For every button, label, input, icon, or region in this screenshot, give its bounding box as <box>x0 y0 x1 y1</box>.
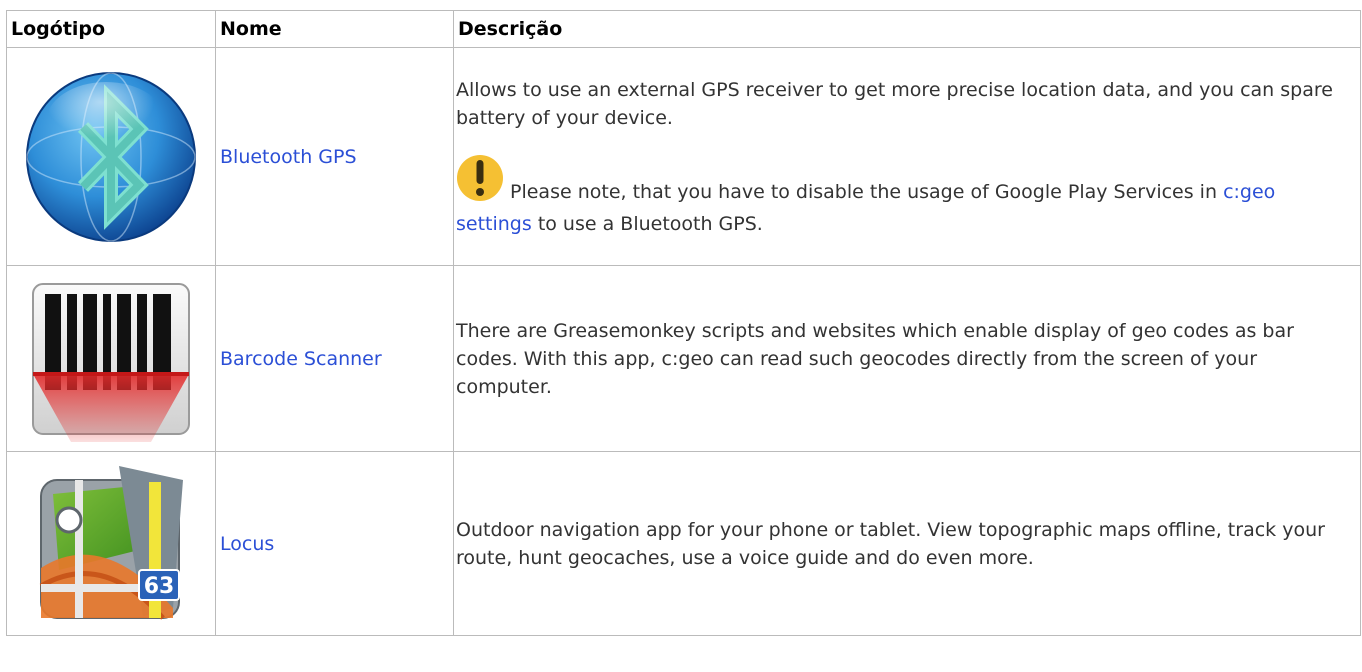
barcode-scanner-logo <box>32 282 190 442</box>
description-cell: There are Greasemonkey scripts and websi… <box>453 265 1361 452</box>
warning-icon <box>456 154 504 210</box>
app-link-locus[interactable]: Locus <box>220 533 274 555</box>
description-text: Outdoor navigation app for your phone or… <box>456 518 1325 569</box>
header-name: Nome <box>215 10 454 48</box>
logo-cell <box>6 265 216 452</box>
header-row: Logótipo Nome Descrição <box>6 10 1361 48</box>
table-row: Bluetooth GPS Allows to use an external … <box>6 47 1361 266</box>
name-cell: Barcode Scanner <box>215 265 454 452</box>
table-row: Barcode Scanner There are Greasemonkey s… <box>6 265 1361 452</box>
description-cell: Outdoor navigation app for your phone or… <box>453 451 1361 636</box>
description-text: There are Greasemonkey scripts and websi… <box>456 319 1294 398</box>
header-description: Descrição <box>453 10 1361 48</box>
locus-map-logo: 63 <box>39 465 183 620</box>
logo-cell: 63 <box>6 451 216 636</box>
locus-badge-number: 63 <box>144 574 175 599</box>
name-cell: Bluetooth GPS <box>215 47 454 266</box>
table-row: 63 Locus Outdoor navigation app for your… <box>6 451 1361 636</box>
header-logo: Logótipo <box>6 10 216 48</box>
bluetooth-gps-logo <box>26 71 196 242</box>
note-paragraph: Please note, that you have to disable th… <box>456 154 1354 238</box>
name-cell: Locus <box>215 451 454 636</box>
app-link-bluetooth-gps[interactable]: Bluetooth GPS <box>220 146 357 168</box>
description-cell: Allows to use an external GPS receiver t… <box>453 47 1361 266</box>
apps-table: Logótipo Nome Descrição Bluetooth GPS Al… <box>6 10 1361 636</box>
description-text: Allows to use an external GPS receiver t… <box>456 78 1333 129</box>
note-text-after: to use a Bluetooth GPS. <box>531 212 763 235</box>
app-link-barcode-scanner[interactable]: Barcode Scanner <box>220 348 382 370</box>
logo-cell <box>6 47 216 266</box>
note-text-before: Please note, that you have to disable th… <box>510 180 1224 203</box>
